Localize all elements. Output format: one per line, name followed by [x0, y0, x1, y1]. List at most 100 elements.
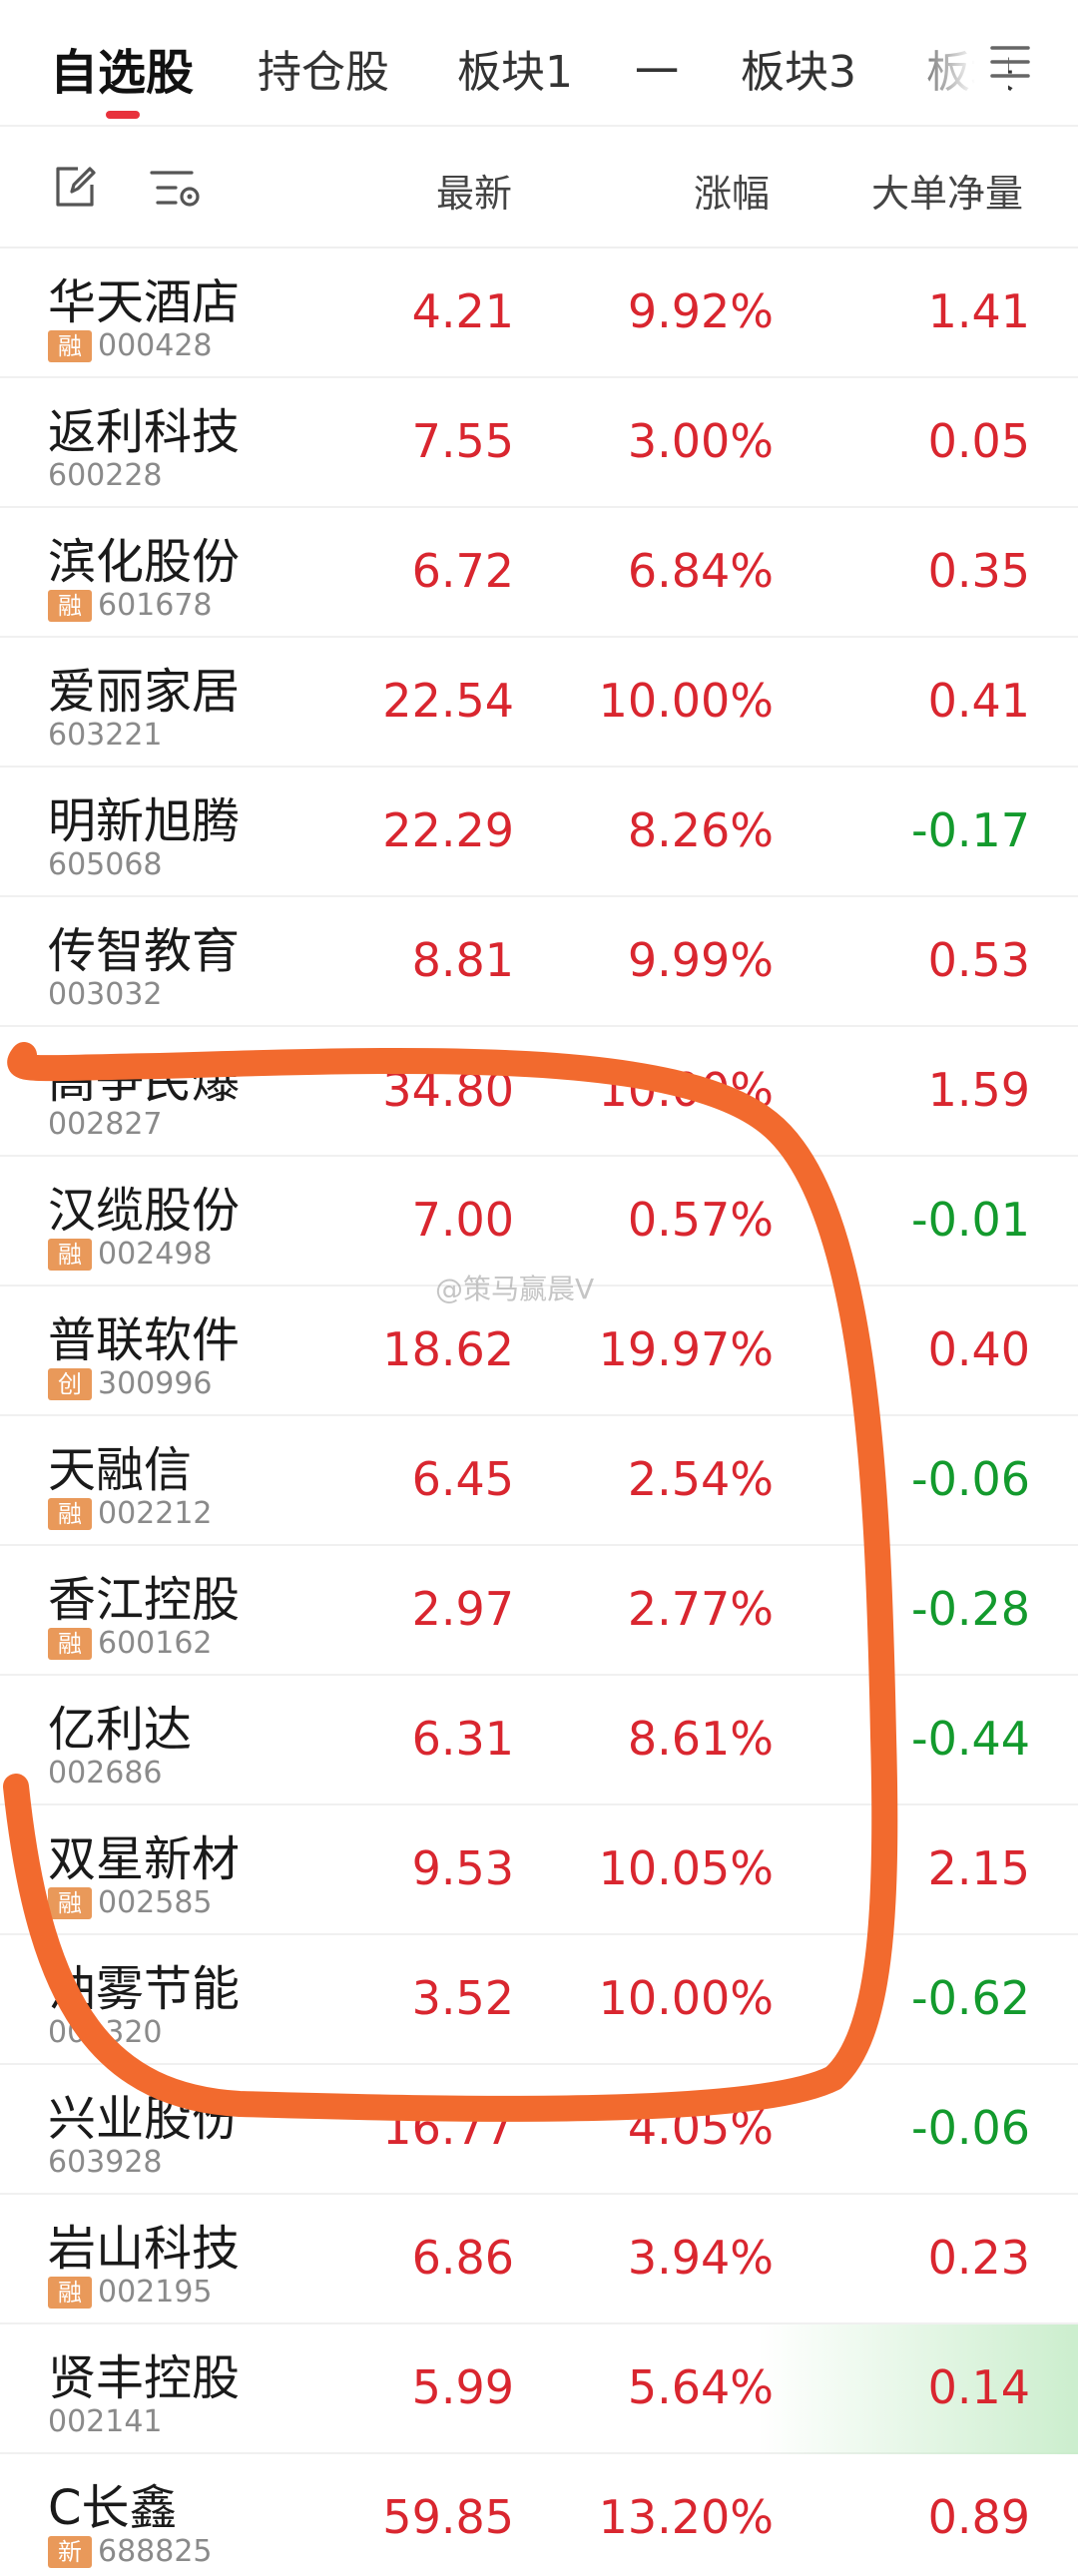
- stock-price: 9.53: [411, 1841, 514, 1895]
- stock-tag-badge: 融: [48, 589, 92, 622]
- stock-row[interactable]: 贤丰控股 002141 5.99 5.64% 0.14: [0, 2324, 1078, 2454]
- stock-price: 18.62: [382, 1322, 514, 1376]
- stock-code-line: 002141: [48, 2404, 163, 2439]
- stock-row[interactable]: 高争民爆 002827 34.80 10.00% 1.59: [0, 1027, 1078, 1157]
- stock-row[interactable]: 油雾节能 001320 3.52 10.00% -0.62: [0, 1935, 1078, 2065]
- stock-big-order-net: 2.15: [927, 1841, 1030, 1895]
- stock-code: 600162: [98, 1626, 213, 1661]
- stock-code-line: 603928: [48, 2145, 163, 2180]
- stock-code-line: 融 002212: [48, 1496, 213, 1531]
- stock-code-line: 003032: [48, 977, 163, 1012]
- stock-price: 7.00: [411, 1193, 514, 1247]
- stock-change-percent: 10.00%: [598, 1971, 774, 2025]
- stock-code-line: 605068: [48, 847, 163, 882]
- stock-code-line: 融 002498: [48, 1237, 213, 1272]
- column-header: 最新 涨幅 大单净量: [0, 127, 1078, 249]
- stock-row[interactable]: C长鑫新 688825 59.85 13.20% 0.89: [0, 2454, 1078, 2576]
- stock-name: 高争民爆: [48, 1053, 241, 1109]
- stock-code: 002827: [48, 1107, 163, 1142]
- column-latest-price[interactable]: 最新: [436, 163, 512, 218]
- stock-row[interactable]: 香江控股融 600162 2.97 2.77% -0.28: [0, 1546, 1078, 1676]
- filter-settings-icon[interactable]: [148, 163, 204, 213]
- stock-price: 6.45: [411, 1452, 514, 1506]
- stock-big-order-net: 0.41: [927, 674, 1030, 728]
- stock-change-percent: 2.77%: [627, 1582, 774, 1636]
- stock-price: 22.54: [382, 674, 514, 728]
- stock-big-order-net: 0.40: [927, 1322, 1030, 1376]
- stock-change-percent: 10.00%: [598, 1063, 774, 1117]
- stock-price: 2.97: [411, 1582, 514, 1636]
- stock-code: 002686: [48, 1756, 163, 1791]
- stock-big-order-net: -0.06: [910, 2101, 1030, 2155]
- stock-price: 8.81: [411, 933, 514, 987]
- stock-row[interactable]: 滨化股份融 601678 6.72 6.84% 0.35: [0, 508, 1078, 638]
- stock-price: 6.86: [411, 2231, 514, 2285]
- stock-tag-badge: 融: [48, 1627, 92, 1660]
- stock-tag-badge: 融: [48, 1886, 92, 1919]
- stock-change-percent: 19.97%: [598, 1322, 774, 1376]
- stock-change-percent: 2.54%: [627, 1452, 774, 1506]
- stock-code: 001320: [48, 2015, 163, 2050]
- stock-code: 605068: [48, 847, 163, 882]
- stock-big-order-net: -0.06: [910, 1452, 1030, 1506]
- stock-code: 603221: [48, 718, 163, 753]
- stock-change-percent: 13.20%: [598, 2490, 774, 2544]
- edit-icon[interactable]: [50, 163, 100, 213]
- stock-row[interactable]: 双星新材融 002585 9.53 10.05% 2.15: [0, 1805, 1078, 1935]
- watermark: @策马赢晨V: [435, 1273, 595, 1305]
- stock-row[interactable]: 明新旭腾 605068 22.29 8.26% -0.17: [0, 768, 1078, 897]
- menu-icon[interactable]: [988, 42, 1032, 82]
- stock-name: 香江控股: [48, 1572, 241, 1628]
- tab-sector-1[interactable]: 板块1: [457, 36, 573, 100]
- column-big-order-net[interactable]: 大单净量: [871, 163, 1023, 218]
- stock-code: 003032: [48, 977, 163, 1012]
- stock-code-line: 002686: [48, 1756, 163, 1791]
- stock-price: 22.29: [382, 803, 514, 857]
- stock-name: 油雾节能: [48, 1961, 241, 2017]
- stock-name: 华天酒店: [48, 274, 241, 330]
- stock-row[interactable]: 亿利达 002686 6.31 8.61% -0.44: [0, 1676, 1078, 1805]
- stock-code: 002141: [48, 2404, 163, 2439]
- stock-row[interactable]: 华天酒店融 000428 4.21 9.92% 1.41: [0, 249, 1078, 378]
- stock-code-line: 融 601678: [48, 588, 213, 623]
- stock-big-order-net: -0.44: [910, 1712, 1030, 1766]
- stock-big-order-net: 0.89: [927, 2490, 1030, 2544]
- stock-tag-badge: 融: [48, 2276, 92, 2309]
- stock-row[interactable]: 传智教育 003032 8.81 9.99% 0.53: [0, 897, 1078, 1027]
- stock-code-line: 002827: [48, 1107, 163, 1142]
- stock-tag-badge: 创: [48, 1367, 92, 1400]
- stock-big-order-net: 1.59: [927, 1063, 1030, 1117]
- stock-name: C长鑫: [48, 2480, 178, 2536]
- column-change-percent[interactable]: 涨幅: [694, 163, 770, 218]
- stock-row[interactable]: 返利科技 600228 7.55 3.00% 0.05: [0, 378, 1078, 508]
- stock-row[interactable]: 爱丽家居 603221 22.54 10.00% 0.41: [0, 638, 1078, 768]
- stock-change-percent: 8.61%: [627, 1712, 774, 1766]
- stock-name: 亿利达: [48, 1702, 193, 1758]
- stock-code-line: 融 000428: [48, 328, 213, 363]
- stock-big-order-net: 0.14: [927, 2360, 1030, 2414]
- flow-highlight: [759, 2324, 1078, 2454]
- stock-row[interactable]: 岩山科技融 002195 6.86 3.94% 0.23: [0, 2195, 1078, 2324]
- stock-change-percent: 9.92%: [627, 284, 774, 338]
- stock-row[interactable]: 天融信融 002212 6.45 2.54% -0.06: [0, 1416, 1078, 1546]
- tab-holdings[interactable]: 持仓股: [258, 36, 389, 100]
- stock-big-order-net: 1.41: [927, 284, 1030, 338]
- tab-sector-3[interactable]: 板块3: [741, 36, 856, 100]
- tab-sector-2[interactable]: 一: [635, 36, 679, 100]
- stock-change-percent: 0.57%: [627, 1193, 774, 1247]
- stock-code: 000428: [98, 328, 213, 363]
- stock-price: 6.72: [411, 544, 514, 598]
- tab-bar: 自选股 持仓股 板块1 一 板块3 板块: [0, 0, 1078, 127]
- stock-row[interactable]: 兴业股份 603928 16.77 4.05% -0.06: [0, 2065, 1078, 2195]
- stock-code: 300996: [98, 1366, 213, 1401]
- stock-code-line: 融 002195: [48, 2275, 213, 2310]
- stock-code: 600228: [48, 458, 163, 493]
- stock-change-percent: 10.00%: [598, 674, 774, 728]
- stock-change-percent: 4.05%: [627, 2101, 774, 2155]
- stock-name: 贤丰控股: [48, 2350, 241, 2406]
- stock-code-line: 新 688825: [48, 2534, 213, 2569]
- tab-watchlist[interactable]: 自选股: [50, 33, 194, 103]
- stock-code-line: 融 002585: [48, 1885, 213, 1920]
- stock-tag-badge: 融: [48, 1497, 92, 1530]
- stock-tag-badge: 新: [48, 2535, 92, 2568]
